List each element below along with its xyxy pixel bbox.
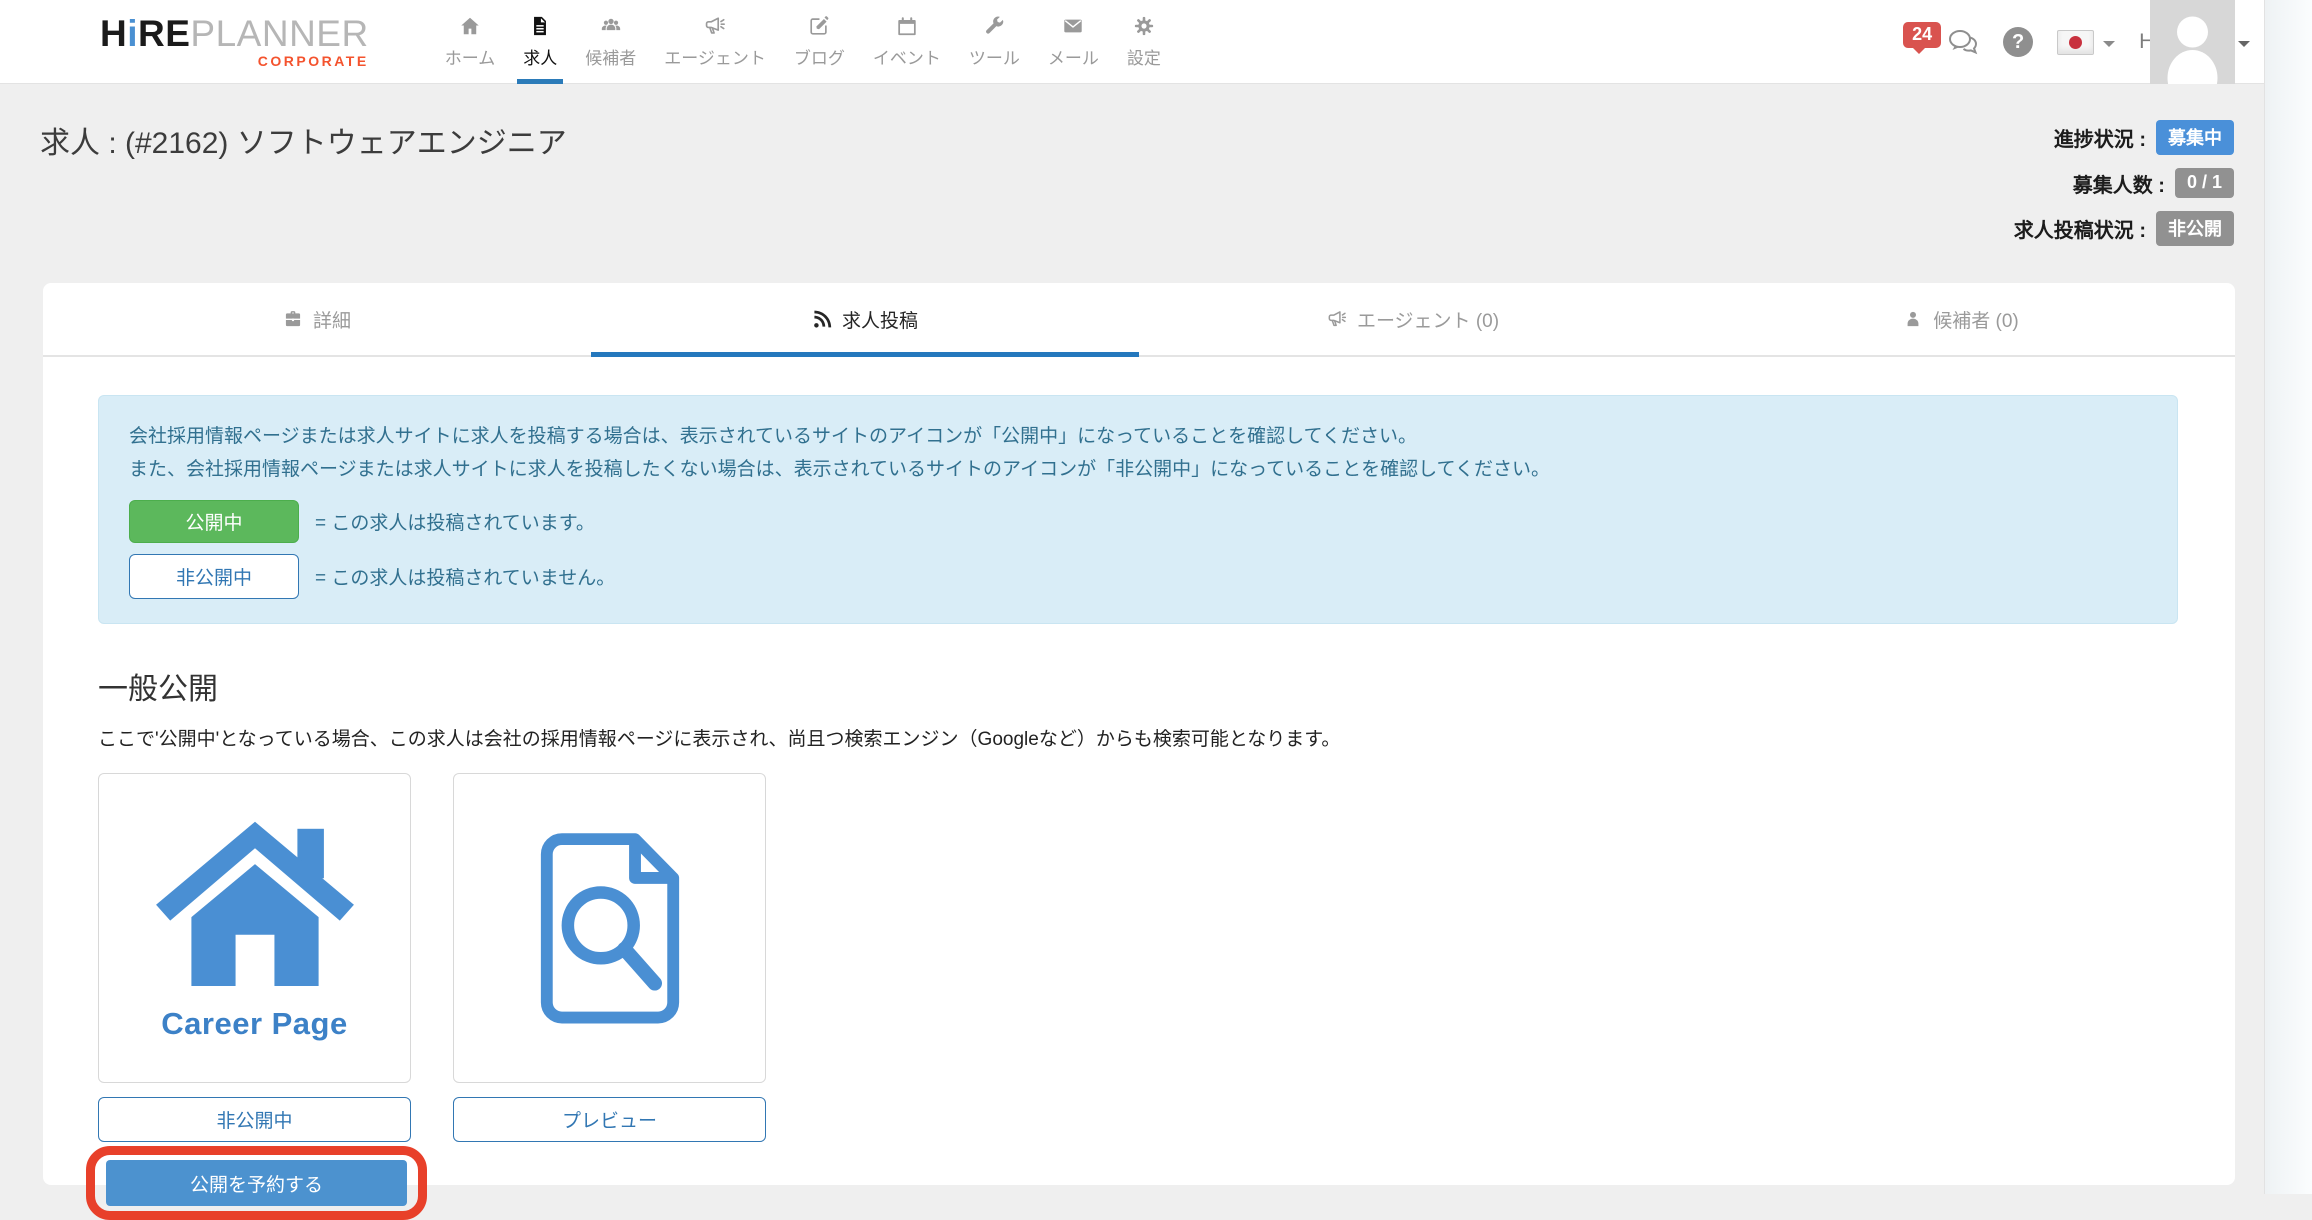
tab-label: エージェント (0) (1357, 306, 1499, 333)
nav-item-label: メール (1048, 44, 1099, 69)
section-heading-general: 一般公開 (98, 664, 2180, 708)
site-cards-row: Career Page (98, 773, 2180, 1083)
tab-label: 候補者 (0) (1933, 306, 2019, 333)
nav-item-events[interactable]: イベント (859, 0, 955, 84)
status-label: 募集人数 : (2073, 169, 2165, 198)
site-buttons-row: 非公開中 プレビュー (98, 1097, 2180, 1142)
nav-item-mail[interactable]: メール (1034, 0, 1113, 84)
logo-wordmark: HiREPLANNER (100, 15, 369, 52)
calendar-icon (896, 15, 918, 37)
nav-item-label: ツール (969, 44, 1020, 69)
tab-candidates[interactable]: 候補者 (0) (1687, 283, 2235, 355)
preview-card[interactable] (453, 773, 766, 1083)
nav-item-blog[interactable]: ブログ (780, 0, 859, 84)
person-silhouette-icon (2150, 0, 2235, 84)
status-row-headcount: 募集人数 : 0 / 1 (2073, 168, 2234, 198)
status-badge: 募集中 (2156, 120, 2234, 155)
top-navbar: HiREPLANNER CORPORATE ホーム 求人 候補者 エージェント … (0, 0, 2312, 84)
home-icon (459, 15, 481, 37)
page-title: 求人 : (#2162) ソフトウェアエンジニア (40, 118, 567, 162)
nav-item-candidates[interactable]: 候補者 (571, 0, 650, 84)
status-label: 進捗状況 : (2054, 123, 2146, 152)
job-posting-panel: 会社採用情報ページまたは求人サイトに求人を投稿する場合は、表示されているサイトの… (43, 395, 2235, 1220)
document-search-icon (531, 810, 689, 1046)
annotation-highlight-ring: 公開を予約する (86, 1146, 427, 1220)
tab-label: 求人投稿 (842, 306, 918, 333)
nav-item-agents[interactable]: エージェント (650, 0, 780, 84)
preview-button[interactable]: プレビュー (453, 1097, 766, 1142)
career-page-card-inner: Career Page (149, 814, 361, 1042)
tab-details[interactable]: 詳細 (43, 283, 591, 355)
wrench-icon (983, 15, 1005, 37)
career-page-card[interactable]: Career Page (98, 773, 411, 1083)
briefcase-icon (283, 309, 303, 329)
nav-item-tools[interactable]: ツール (955, 0, 1034, 84)
tab-agents[interactable]: エージェント (0) (1139, 283, 1687, 355)
nav-item-label: 求人 (523, 44, 557, 69)
tab-bar: 詳細 求人投稿 エージェント (0) 候補者 (0) (43, 283, 2235, 357)
mail-icon (1062, 15, 1084, 37)
career-status-button[interactable]: 非公開中 (98, 1097, 411, 1142)
unpublished-sample-button[interactable]: 非公開中 (129, 554, 299, 599)
help-glyph: ? (2012, 31, 2024, 54)
chat-bubbles-icon (1947, 28, 1979, 56)
chevron-down-icon (2238, 41, 2250, 47)
status-row-posting: 求人投稿状況 : 非公開 (2014, 211, 2234, 246)
info-line-2: また、会社採用情報ページまたは求人サイトに求人を投稿したくない場合は、表示されて… (129, 453, 2147, 486)
status-label: 求人投稿状況 : (2014, 214, 2146, 243)
nav-item-settings[interactable]: 設定 (1113, 0, 1175, 84)
nav-item-jobs[interactable]: 求人 (509, 0, 571, 84)
career-page-label: Career Page (161, 1006, 347, 1042)
schedule-publish-button[interactable]: 公開を予約する (106, 1160, 407, 1206)
notifications-button[interactable]: 24 (1903, 28, 1979, 56)
status-badge: 0 / 1 (2175, 168, 2234, 198)
status-badge: 非公開 (2156, 211, 2234, 246)
nav-item-label: ホーム (445, 44, 496, 69)
document-icon (529, 15, 551, 37)
house-icon (149, 814, 361, 992)
megaphone-icon (704, 15, 726, 37)
edit-icon (808, 15, 830, 37)
legend-published: 公開中 = この求人は投稿されています。 (129, 500, 2147, 543)
nav-item-label: ブログ (794, 44, 845, 69)
info-line-1: 会社採用情報ページまたは求人サイトに求人を投稿する場合は、表示されているサイトの… (129, 420, 2147, 453)
gear-icon (1133, 15, 1155, 37)
section-description: ここで'公開中'となっている場合、この求人は会社の採用情報ページに表示され、尚且… (98, 724, 2180, 751)
main-nav: ホーム 求人 候補者 エージェント ブログ イベント ツール メール (431, 0, 1175, 84)
status-row-progress: 進捗状況 : 募集中 (2054, 120, 2234, 155)
japan-flag-icon (2057, 30, 2094, 55)
nav-item-label: イベント (873, 44, 941, 69)
logo-tie-i: i (127, 13, 138, 54)
chevron-down-icon (2103, 41, 2115, 47)
logo-tagline: CORPORATE (100, 54, 369, 68)
person-icon (1903, 309, 1923, 329)
preview-card-inner (531, 810, 689, 1046)
job-status-summary: 進捗状況 : 募集中 募集人数 : 0 / 1 求人投稿状況 : 非公開 (2014, 120, 2234, 246)
legend-published-text: = この求人は投稿されています。 (315, 508, 595, 535)
active-tab-indicator (591, 352, 1139, 357)
avatar[interactable] (2150, 0, 2235, 84)
page-edge-strip (2264, 0, 2312, 1194)
published-sample-button[interactable]: 公開中 (129, 500, 299, 543)
nav-item-label: エージェント (664, 44, 766, 69)
tab-job-posting[interactable]: 求人投稿 (591, 283, 1139, 355)
people-icon (600, 15, 622, 37)
legend-unpublished: 非公開中 = この求人は投稿されていません。 (129, 554, 2147, 599)
notification-count-badge: 24 (1903, 22, 1941, 48)
legend-unpublished-text: = この求人は投稿されていません。 (315, 563, 615, 590)
language-selector[interactable] (2057, 30, 2115, 55)
info-box: 会社採用情報ページまたは求人サイトに求人を投稿する場合は、表示されているサイトの… (98, 395, 2178, 624)
tab-label: 詳細 (313, 306, 351, 333)
rss-icon (812, 309, 832, 329)
help-button[interactable]: ? (2003, 27, 2033, 57)
nav-item-label: 設定 (1127, 44, 1161, 69)
megaphone-icon (1327, 309, 1347, 329)
hireplanner-logo[interactable]: HiREPLANNER CORPORATE (100, 15, 369, 68)
nav-item-label: 候補者 (585, 44, 636, 69)
nav-item-home[interactable]: ホーム (431, 0, 510, 84)
job-posting-card: 詳細 求人投稿 エージェント (0) 候補者 (0) 会社採用情報ページまたは求… (43, 283, 2235, 1185)
